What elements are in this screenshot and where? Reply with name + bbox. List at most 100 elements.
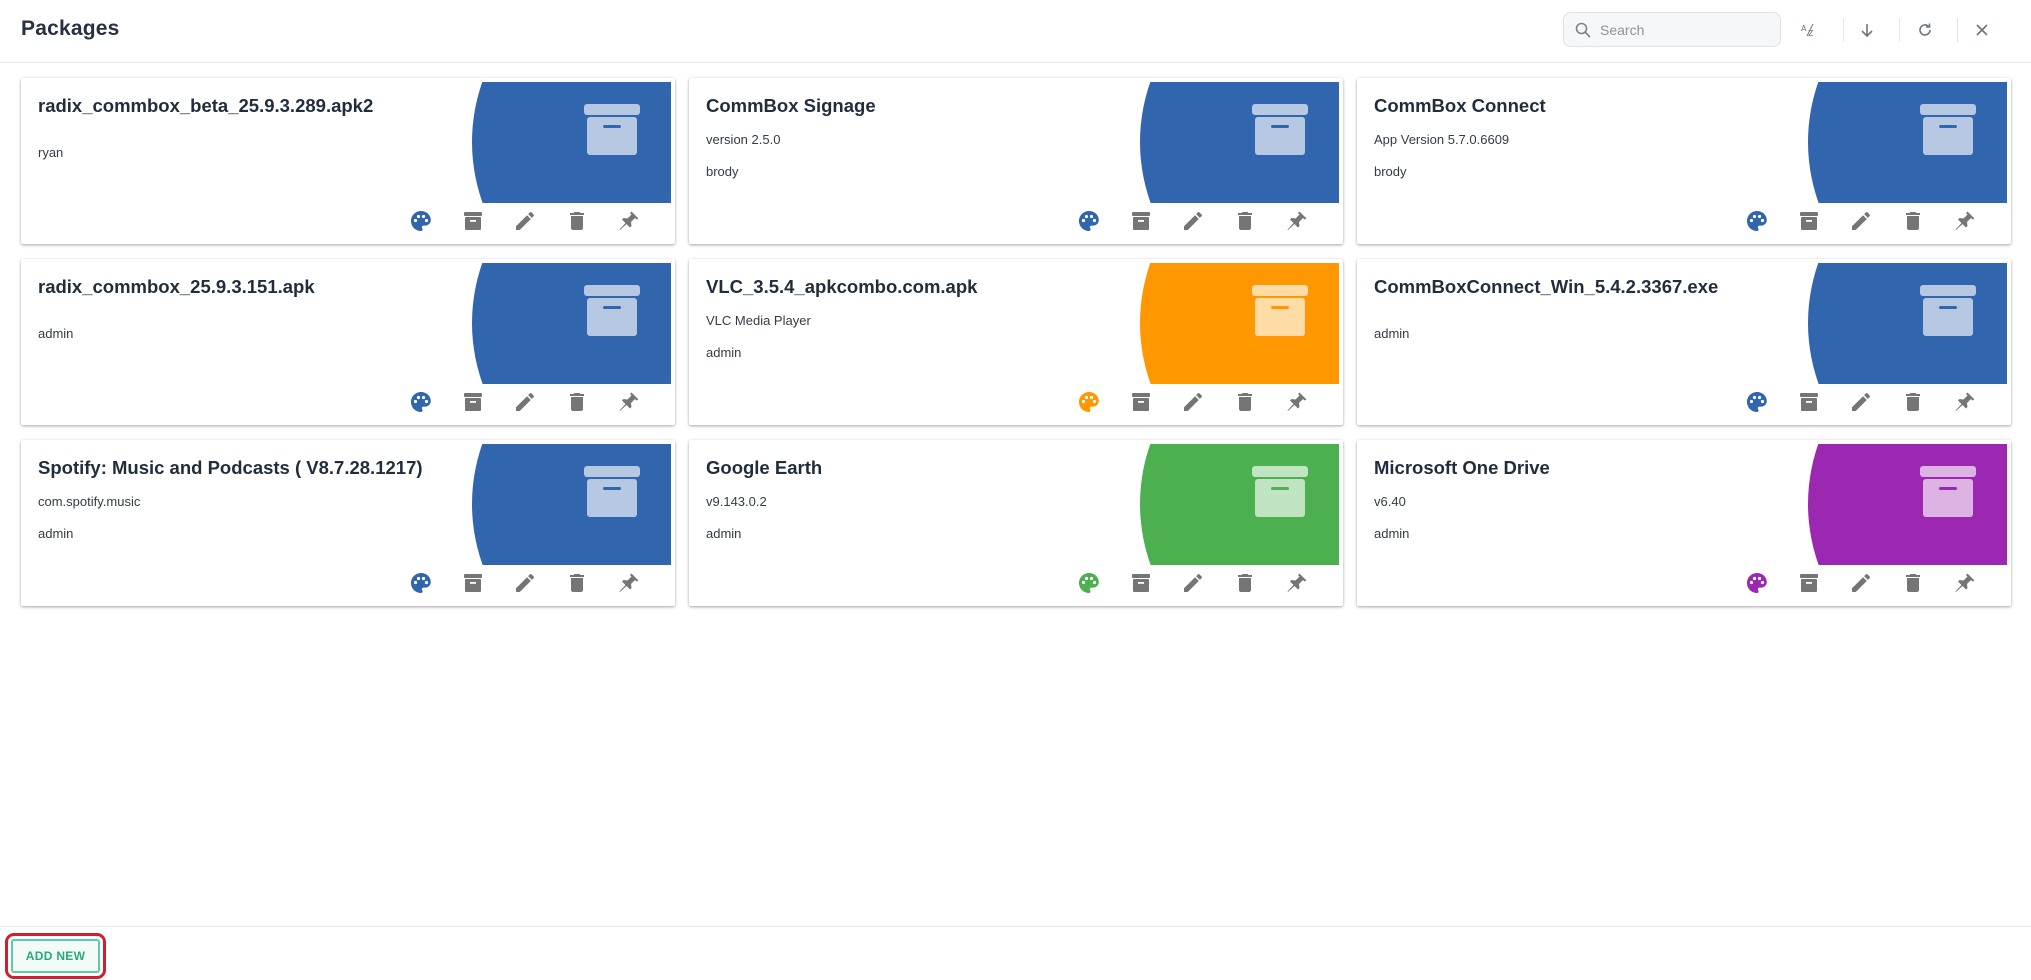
- delete-button[interactable]: [551, 387, 603, 417]
- card-actions: [395, 206, 655, 236]
- palette-button[interactable]: [1063, 387, 1115, 417]
- edit-button[interactable]: [1835, 387, 1887, 417]
- pin-button[interactable]: [603, 387, 655, 417]
- close-button[interactable]: [1967, 15, 1997, 45]
- archive-button[interactable]: [1783, 568, 1835, 598]
- pin-button[interactable]: [603, 568, 655, 598]
- package-card[interactable]: radix_commbox_beta_25.9.3.289.apk2 ryan: [21, 78, 675, 244]
- pin-button[interactable]: [1939, 206, 1991, 236]
- add-new-button[interactable]: ADD NEW: [5, 933, 106, 979]
- svg-text:A: A: [1801, 24, 1807, 33]
- palette-button[interactable]: [1731, 206, 1783, 236]
- archive-button[interactable]: [447, 387, 499, 417]
- palette-button[interactable]: [1731, 568, 1783, 598]
- package-version: com.spotify.music: [38, 494, 141, 509]
- edit-button[interactable]: [499, 568, 551, 598]
- archive-icon: [1132, 393, 1150, 411]
- delete-button[interactable]: [1887, 387, 1939, 417]
- palette-button[interactable]: [1063, 206, 1115, 236]
- package-card[interactable]: Google Earth v9.143.0.2 admin: [689, 440, 1343, 606]
- pin-button[interactable]: [1271, 568, 1323, 598]
- pin-icon: [1955, 392, 1975, 411]
- refresh-button[interactable]: [1910, 15, 1940, 45]
- palette-button[interactable]: [395, 568, 447, 598]
- package-version: App Version 5.7.0.6609: [1374, 132, 1510, 147]
- page-title: Packages: [21, 17, 120, 40]
- delete-button[interactable]: [1219, 568, 1271, 598]
- package-box-icon: [584, 466, 640, 517]
- palette-button[interactable]: [395, 206, 447, 236]
- palette-button[interactable]: [395, 387, 447, 417]
- palette-button[interactable]: [1063, 568, 1115, 598]
- pin-button[interactable]: [603, 206, 655, 236]
- package-thumbnail: [472, 444, 671, 565]
- palette-icon: [1079, 573, 1099, 593]
- package-card[interactable]: CommBox Signage version 2.5.0 brody: [689, 78, 1343, 244]
- archive-icon: [1800, 212, 1818, 230]
- package-owner: admin: [38, 526, 74, 541]
- palette-button[interactable]: [1731, 387, 1783, 417]
- package-title: CommBoxConnect_Win_5.4.2.3367.exe: [1374, 276, 1719, 297]
- package-card[interactable]: radix_commbox_25.9.3.151.apk admin: [21, 259, 675, 425]
- delete-icon: [1238, 212, 1252, 230]
- pin-icon: [1287, 573, 1307, 592]
- package-box-icon: [1920, 285, 1976, 336]
- delete-button[interactable]: [551, 206, 603, 236]
- search-box[interactable]: [1563, 12, 1781, 47]
- delete-button[interactable]: [1219, 206, 1271, 236]
- package-thumbnail: [1808, 82, 2007, 203]
- delete-icon: [1906, 212, 1920, 230]
- edit-button[interactable]: [1167, 387, 1219, 417]
- delete-button[interactable]: [1219, 387, 1271, 417]
- toolbar-divider: [1957, 18, 1958, 42]
- archive-button[interactable]: [1783, 206, 1835, 236]
- archive-button[interactable]: [1115, 206, 1167, 236]
- pin-icon: [619, 392, 639, 411]
- archive-button[interactable]: [1783, 387, 1835, 417]
- package-card[interactable]: Microsoft One Drive v6.40 admin: [1357, 440, 2011, 606]
- palette-icon: [411, 573, 431, 593]
- archive-button[interactable]: [1115, 387, 1167, 417]
- edit-icon: [1184, 211, 1202, 230]
- edit-button[interactable]: [499, 387, 551, 417]
- package-card[interactable]: VLC_3.5.4_apkcombo.com.apk VLC Media Play…: [689, 259, 1343, 425]
- package-box-icon: [1920, 104, 1976, 155]
- package-card[interactable]: CommBoxConnect_Win_5.4.2.3367.exe admin: [1357, 259, 2011, 425]
- archive-icon: [464, 574, 482, 592]
- edit-button[interactable]: [1167, 568, 1219, 598]
- archive-button[interactable]: [1115, 568, 1167, 598]
- card-actions: [1731, 568, 1991, 598]
- edit-button[interactable]: [1835, 206, 1887, 236]
- pin-button[interactable]: [1939, 568, 1991, 598]
- pin-icon: [619, 573, 639, 592]
- delete-icon: [1906, 393, 1920, 411]
- pin-icon: [1955, 573, 1975, 592]
- edit-button[interactable]: [1167, 206, 1219, 236]
- archive-button[interactable]: [447, 206, 499, 236]
- search-input[interactable]: [1600, 13, 1770, 46]
- delete-button[interactable]: [551, 568, 603, 598]
- sort-direction-button[interactable]: [1852, 15, 1882, 45]
- pin-button[interactable]: [1271, 206, 1323, 236]
- close-icon: [1976, 24, 1988, 36]
- package-thumbnail: [472, 263, 671, 384]
- package-version: VLC Media Player: [706, 313, 811, 328]
- delete-button[interactable]: [1887, 568, 1939, 598]
- pin-button[interactable]: [1271, 387, 1323, 417]
- card-actions: [1731, 387, 1991, 417]
- package-title: VLC_3.5.4_apkcombo.com.apk: [706, 276, 978, 297]
- package-thumbnail: [1140, 82, 1339, 203]
- refresh-icon: [1919, 23, 1931, 36]
- pin-button[interactable]: [1939, 387, 1991, 417]
- edit-button[interactable]: [1835, 568, 1887, 598]
- package-card[interactable]: CommBox Connect App Version 5.7.0.6609 bro…: [1357, 78, 2011, 244]
- package-thumbnail: [472, 82, 671, 203]
- edit-icon: [1852, 573, 1870, 592]
- edit-button[interactable]: [499, 206, 551, 236]
- package-card[interactable]: Spotify: Music and Podcasts ( V8.7.28.12…: [21, 440, 675, 606]
- delete-button[interactable]: [1887, 206, 1939, 236]
- sort-az-button[interactable]: A Z: [1795, 15, 1825, 45]
- pin-icon: [619, 211, 639, 230]
- archive-button[interactable]: [447, 568, 499, 598]
- arrow-down-icon: [1861, 24, 1873, 38]
